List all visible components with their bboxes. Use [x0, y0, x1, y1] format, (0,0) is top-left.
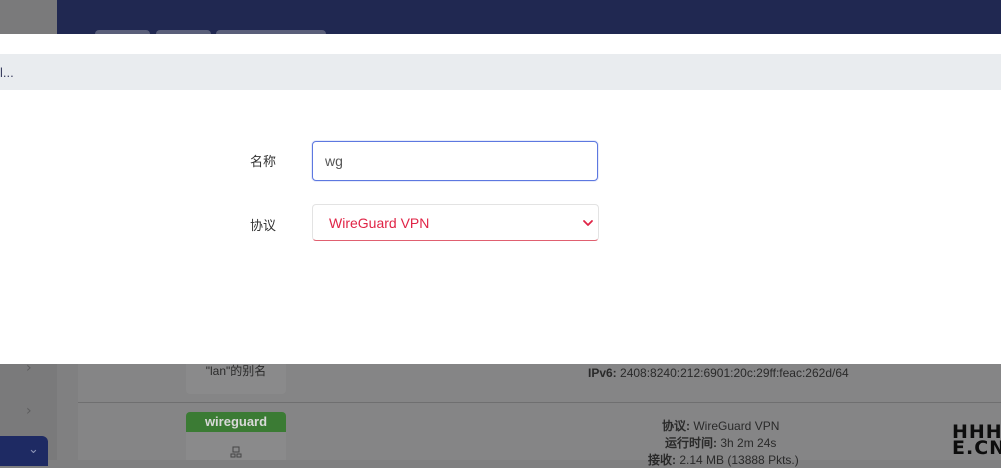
- protocol-select[interactable]: WireGuard VPN: [312, 204, 599, 241]
- wg-protocol-label: 协议:: [662, 419, 690, 433]
- protocol-label: 协议: [250, 218, 277, 233]
- watermark-logo: HHH E.CN: [952, 423, 1001, 459]
- sidebar-item-active[interactable]: ⌄: [0, 436, 48, 466]
- top-header: [57, 0, 1001, 38]
- name-label: 名称: [250, 154, 277, 169]
- interface-tag-wireguard: wireguard: [186, 412, 286, 432]
- ipv6-value: 2408:8240:212:6901:20c:29ff:feac:262d/64: [620, 366, 849, 380]
- network-icon: [230, 446, 242, 458]
- watermark-line: E.CN: [952, 437, 1001, 459]
- chevron-down-icon: ⌄: [28, 442, 39, 457]
- wg-uptime-value: 3h 2m 24s: [720, 436, 777, 450]
- dialog-title: l...: [0, 65, 14, 80]
- wg-protocol-info: 协议: WireGuard VPN: [662, 417, 779, 434]
- chevron-down-icon: [583, 220, 593, 226]
- name-input[interactable]: [312, 141, 598, 181]
- lan-ipv6-info: IPv6: 2408:8240:212:6901:20c:29ff:feac:2…: [588, 366, 849, 380]
- protocol-selected-value: WireGuard VPN: [329, 215, 430, 231]
- lan-alias-text: "lan"的别名: [205, 364, 267, 378]
- wg-uptime-info: 运行时间: 3h 2m 24s: [665, 434, 776, 451]
- wg-uptime-label: 运行时间:: [665, 436, 717, 450]
- wg-rx-value: 2.14 MB (13888 Pkts.): [679, 453, 799, 467]
- wg-protocol-value: WireGuard VPN: [693, 419, 780, 433]
- wg-rx-label: 接收:: [648, 453, 676, 467]
- row-divider: [78, 402, 1001, 403]
- add-interface-dialog: l... 名称 协议 WireGuard VPN: [0, 34, 1001, 364]
- dialog-header: l...: [0, 54, 1001, 90]
- ipv6-label: IPv6:: [588, 366, 617, 380]
- chevron-right-icon[interactable]: ›: [26, 403, 32, 419]
